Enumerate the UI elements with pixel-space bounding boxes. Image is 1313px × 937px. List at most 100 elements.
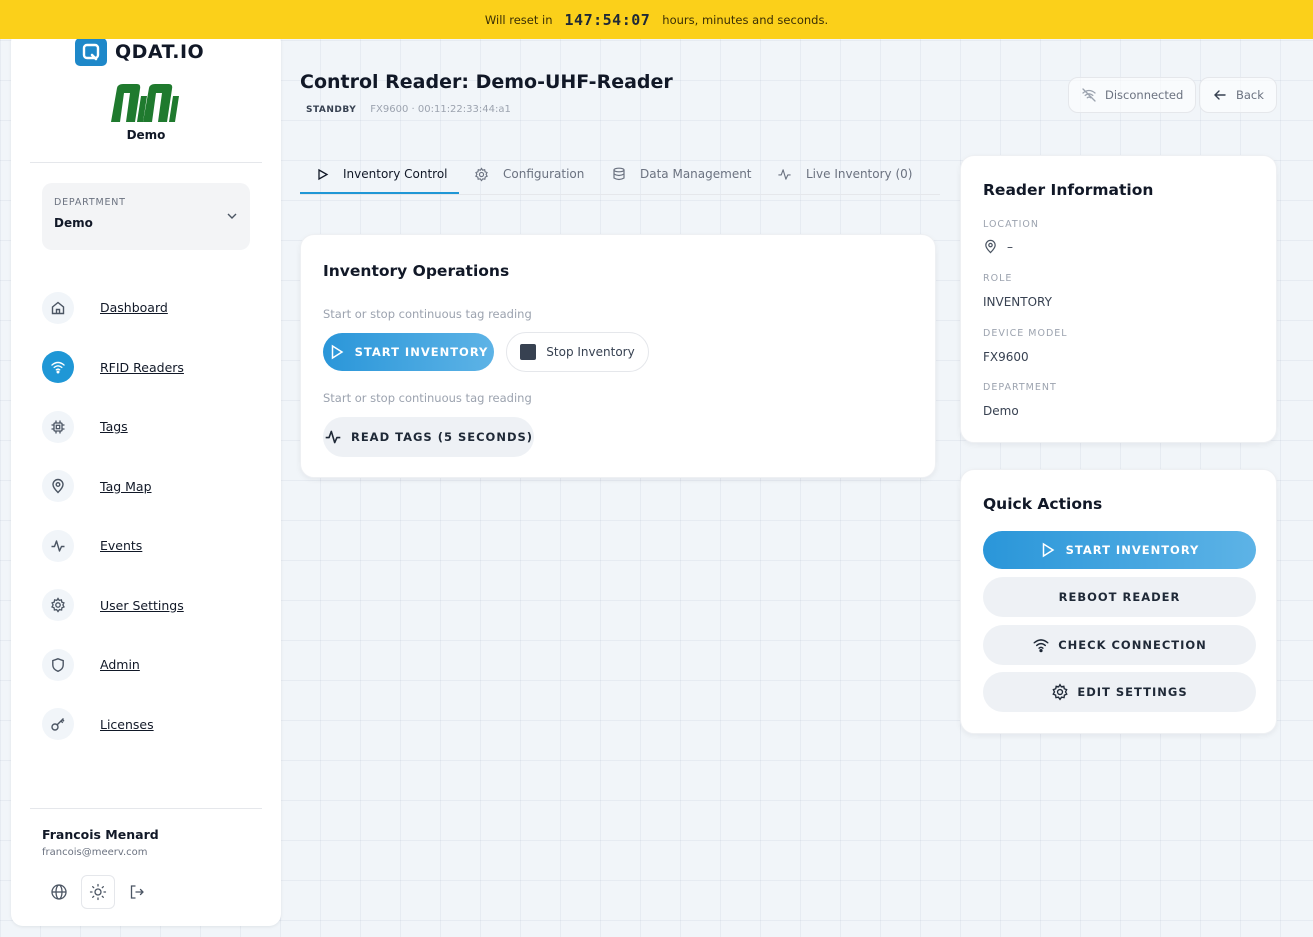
tab-label: Inventory Control bbox=[343, 167, 448, 181]
edit-settings-button[interactable]: EDIT SETTINGS bbox=[983, 672, 1256, 712]
tab-inventory-control[interactable]: Inventory Control bbox=[316, 155, 448, 193]
logout-icon[interactable] bbox=[120, 875, 154, 909]
device-model-label: DEVICE MODEL bbox=[983, 328, 1068, 339]
wifi-icon bbox=[1033, 639, 1049, 653]
hint-text: Start or stop continuous tag reading bbox=[323, 307, 532, 321]
start-inventory-button[interactable]: START INVENTORY bbox=[323, 333, 494, 371]
page-title: Control Reader: Demo-UHF-Reader bbox=[300, 71, 673, 93]
sidebar-item-dashboard[interactable]: Dashboard bbox=[42, 278, 184, 338]
card-title: Inventory Operations bbox=[323, 262, 510, 280]
sidebar-nav: Dashboard RFID Readers Tags Tag Map Even… bbox=[42, 278, 184, 754]
connection-label: Disconnected bbox=[1105, 88, 1184, 102]
hint-text: Start or stop continuous tag reading bbox=[323, 391, 532, 405]
quick-start-inventory-button[interactable]: START INVENTORY bbox=[983, 531, 1256, 569]
sidebar-item-user-settings[interactable]: User Settings bbox=[42, 576, 184, 636]
user-name: Francois Menard bbox=[42, 827, 159, 842]
gear-icon bbox=[1052, 683, 1069, 701]
reader-information-card: Reader Information LOCATION – ROLE INVEN… bbox=[960, 155, 1277, 443]
sidebar-item-tag-map[interactable]: Tag Map bbox=[42, 457, 184, 517]
reader-subtitle: STANDBY FX9600 · 00:11:22:33:44:a1 bbox=[306, 104, 511, 115]
brand-logo[interactable]: QDAT.IO bbox=[75, 38, 204, 66]
location-text: – bbox=[1007, 239, 1013, 254]
sidebar-item-licenses[interactable]: Licenses bbox=[42, 695, 184, 755]
card-title: Reader Information bbox=[983, 181, 1154, 199]
activity-icon bbox=[778, 168, 791, 180]
sidebar-item-label: Tag Map bbox=[100, 478, 152, 494]
sidebar-item-events[interactable]: Events bbox=[42, 516, 184, 576]
user-email: francois@meerv.com bbox=[42, 847, 148, 858]
play-icon bbox=[1042, 542, 1055, 558]
map-pin-icon bbox=[42, 470, 74, 503]
home-icon bbox=[42, 291, 74, 324]
check-connection-button[interactable]: CHECK CONNECTION bbox=[983, 625, 1256, 665]
gear-icon bbox=[475, 166, 488, 182]
connection-status-button[interactable]: Disconnected bbox=[1068, 77, 1197, 113]
tenant-name: Demo bbox=[126, 128, 166, 142]
sidebar-item-rfid-readers[interactable]: RFID Readers bbox=[42, 338, 184, 398]
reset-banner: Will reset in 147:54:07 hours, minutes a… bbox=[0, 0, 1313, 39]
department-select[interactable]: DEPARTMENT Demo bbox=[42, 183, 250, 250]
department-value: Demo bbox=[54, 216, 93, 230]
button-label: Stop Inventory bbox=[546, 345, 635, 359]
arrow-left-icon bbox=[1214, 90, 1226, 100]
database-icon bbox=[613, 167, 625, 181]
wifi-off-icon bbox=[1082, 88, 1096, 102]
play-icon bbox=[318, 168, 329, 180]
gear-icon bbox=[42, 589, 74, 622]
shield-icon bbox=[42, 648, 74, 681]
tab-data-management[interactable]: Data Management bbox=[612, 155, 752, 193]
reader-meta: FX9600 · 00:11:22:33:44:a1 bbox=[370, 104, 511, 115]
stop-inventory-button[interactable]: Stop Inventory bbox=[506, 332, 649, 372]
globe-icon[interactable] bbox=[42, 875, 76, 909]
button-label: EDIT SETTINGS bbox=[1077, 685, 1188, 699]
department-value: Demo bbox=[983, 404, 1019, 418]
location-value: – bbox=[983, 239, 1013, 254]
button-label: START INVENTORY bbox=[1065, 543, 1200, 557]
stop-icon bbox=[520, 344, 537, 360]
activity-icon bbox=[42, 529, 74, 562]
quick-actions-card: Quick Actions START INVENTORY REBOOT REA… bbox=[960, 469, 1277, 734]
button-label: CHECK CONNECTION bbox=[1058, 638, 1207, 652]
sidebar-item-label: Admin bbox=[100, 657, 140, 673]
sidebar-item-label: Tags bbox=[100, 419, 128, 435]
back-button[interactable]: Back bbox=[1199, 77, 1277, 113]
chip-icon bbox=[42, 410, 74, 443]
sun-icon[interactable] bbox=[81, 875, 115, 909]
button-label: START INVENTORY bbox=[354, 345, 489, 359]
tab-live-inventory[interactable]: Live Inventory (0) bbox=[777, 155, 912, 193]
map-pin-icon bbox=[985, 239, 996, 254]
location-label: LOCATION bbox=[983, 219, 1040, 230]
banner-prefix: Will reset in bbox=[484, 12, 553, 27]
divider bbox=[30, 808, 262, 809]
sidebar: QDAT.IO Demo DEPARTMENT Demo Dashboard R… bbox=[11, 30, 281, 926]
wifi-icon bbox=[42, 351, 74, 384]
tab-label: Live Inventory (0) bbox=[806, 167, 913, 181]
divider bbox=[30, 162, 262, 163]
sidebar-item-label: Dashboard bbox=[100, 300, 168, 316]
sidebar-footer-actions bbox=[42, 875, 159, 909]
sidebar-item-label: User Settings bbox=[100, 597, 184, 613]
key-icon bbox=[42, 708, 74, 741]
button-label: REBOOT READER bbox=[1058, 590, 1181, 604]
play-icon bbox=[331, 344, 344, 360]
read-tags-button[interactable]: READ TAGS (5 SECONDS) bbox=[323, 417, 534, 457]
card-title: Quick Actions bbox=[983, 495, 1103, 513]
reader-tabs: Inventory Control Configuration Data Man… bbox=[300, 155, 940, 195]
tab-label: Data Management bbox=[640, 167, 752, 181]
brand-name: QDAT.IO bbox=[115, 41, 205, 63]
tenant-logo-icon bbox=[107, 82, 185, 128]
role-value: INVENTORY bbox=[983, 295, 1052, 309]
sidebar-item-label: Licenses bbox=[100, 716, 154, 732]
q-logo-icon bbox=[75, 38, 107, 66]
tab-configuration[interactable]: Configuration bbox=[474, 155, 584, 193]
sidebar-item-tags[interactable]: Tags bbox=[42, 397, 184, 457]
sidebar-item-label: RFID Readers bbox=[100, 359, 184, 375]
activity-icon bbox=[325, 430, 341, 444]
back-label: Back bbox=[1236, 88, 1264, 102]
sidebar-item-admin[interactable]: Admin bbox=[42, 635, 184, 695]
device-model-value: FX9600 bbox=[983, 350, 1029, 364]
tab-label: Configuration bbox=[503, 167, 585, 181]
department-label: DEPARTMENT bbox=[54, 197, 126, 208]
active-tab-indicator bbox=[300, 192, 459, 194]
reboot-reader-button[interactable]: REBOOT READER bbox=[983, 577, 1256, 617]
